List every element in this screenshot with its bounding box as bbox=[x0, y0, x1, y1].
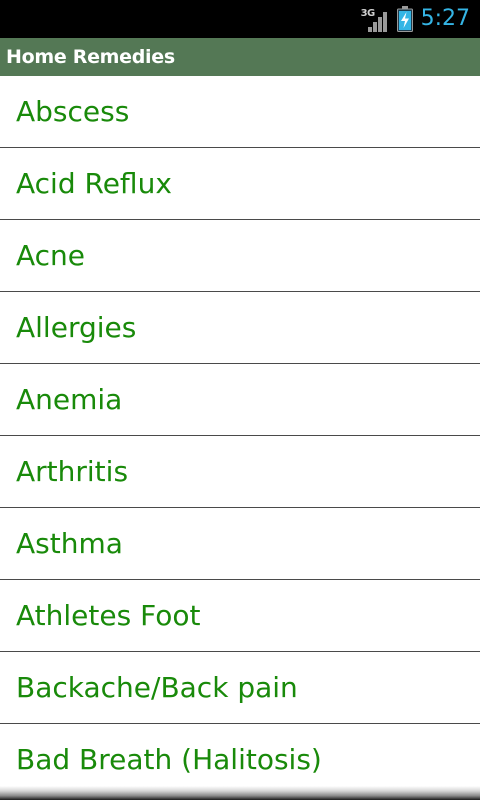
list-item[interactable]: Allergies bbox=[0, 292, 480, 364]
network-indicator: 3G bbox=[361, 4, 389, 34]
list-item-label: Acne bbox=[16, 239, 86, 272]
list-item-label: Backache/Back pain bbox=[16, 671, 298, 704]
list-item-label: Anemia bbox=[16, 383, 123, 416]
list-item[interactable]: Acid Reflux bbox=[0, 148, 480, 220]
list-item-label: Asthma bbox=[16, 527, 123, 560]
list-item-label: Athletes Foot bbox=[16, 599, 201, 632]
list-item[interactable]: Bad Breath (Halitosis) bbox=[0, 724, 480, 786]
battery-charging-icon bbox=[396, 6, 413, 32]
list-item-label: Bad Breath (Halitosis) bbox=[16, 743, 322, 776]
list-item[interactable]: Arthritis bbox=[0, 436, 480, 508]
app-title: Home Remedies bbox=[6, 46, 175, 68]
remedy-list[interactable]: Abscess Acid Reflux Acne Allergies Anemi… bbox=[0, 76, 480, 786]
list-item[interactable]: Anemia bbox=[0, 364, 480, 436]
list-item[interactable]: Asthma bbox=[0, 508, 480, 580]
list-item[interactable]: Backache/Back pain bbox=[0, 652, 480, 724]
list-item-label: Allergies bbox=[16, 311, 137, 344]
list-item[interactable]: Abscess bbox=[0, 76, 480, 148]
list-item-label: Abscess bbox=[16, 95, 130, 128]
title-bar: Home Remedies bbox=[0, 38, 480, 76]
status-bar: 3G 5:27 bbox=[0, 0, 480, 38]
list-item-label: Arthritis bbox=[16, 455, 129, 488]
status-icons: 3G 5:27 bbox=[361, 0, 470, 38]
list-item[interactable]: Acne bbox=[0, 220, 480, 292]
list-item-label: Acid Reflux bbox=[16, 167, 172, 200]
list-item[interactable]: Athletes Foot bbox=[0, 580, 480, 652]
signal-icon bbox=[367, 12, 387, 32]
bottom-edge-shadow bbox=[0, 786, 480, 800]
clock: 5:27 bbox=[420, 6, 470, 31]
